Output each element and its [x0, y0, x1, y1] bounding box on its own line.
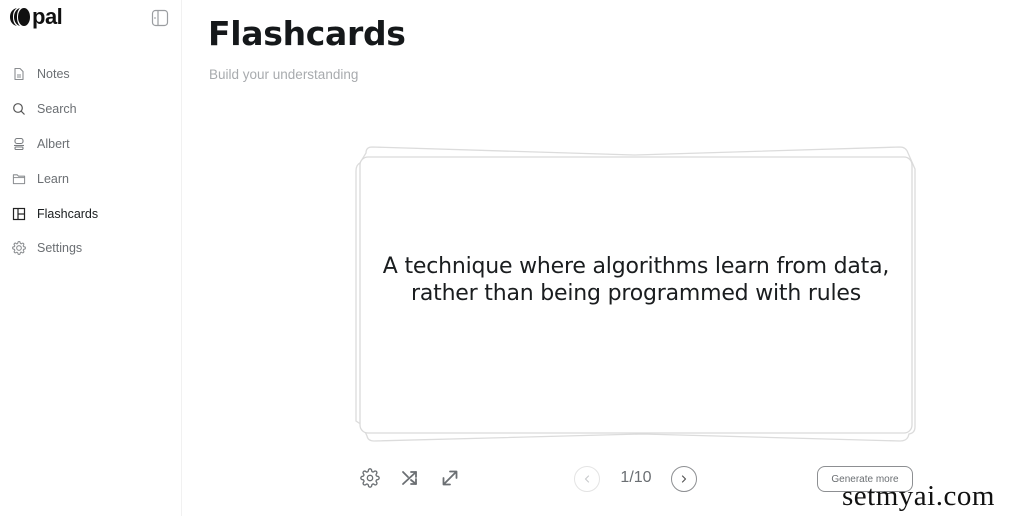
- card-settings-button[interactable]: [358, 466, 382, 490]
- sidebar-item-flashcards[interactable]: Flashcards: [0, 196, 182, 231]
- page-title: Flashcards: [208, 14, 406, 53]
- sidebar-item-label: Albert: [37, 136, 70, 151]
- gear-icon: [360, 468, 380, 488]
- sidebar-item-search[interactable]: Search: [0, 92, 182, 127]
- sidebar-item-label: Flashcards: [37, 206, 99, 221]
- chevron-left-icon: [584, 475, 590, 483]
- sidebar-item-label: Search: [37, 102, 77, 117]
- robot-icon: [12, 137, 26, 151]
- sidebar: pal Notes Search Albert Learn Flashcards…: [0, 0, 182, 516]
- sidebar-item-label: Learn: [37, 171, 69, 186]
- sidebar-item-label: Settings: [37, 241, 83, 256]
- chevron-right-icon: [681, 475, 687, 483]
- expand-button[interactable]: [438, 466, 462, 490]
- sidebar-item-albert[interactable]: Albert: [0, 127, 182, 162]
- sidebar-toggle-button[interactable]: [151, 9, 169, 27]
- previous-card-button[interactable]: [574, 466, 600, 492]
- shuffle-icon: [402, 471, 417, 485]
- page-subtitle: Build your understanding: [209, 67, 359, 82]
- logo-text: pal: [32, 4, 63, 29]
- sidebar-item-label: Notes: [37, 67, 70, 82]
- document-icon: [12, 67, 26, 81]
- sidebar-nav: Notes Search Albert Learn Flashcards Set…: [0, 57, 182, 266]
- gear-icon: [12, 241, 26, 256]
- search-icon: [12, 102, 26, 116]
- pagination-counter: 1/10: [620, 469, 652, 486]
- sidebar-toggle-icon: [151, 9, 169, 27]
- watermark-text: setmyai.com: [842, 480, 995, 512]
- flashcard-text[interactable]: A technique where algorithms learn from …: [360, 253, 912, 307]
- shuffle-button[interactable]: [398, 466, 422, 490]
- sidebar-item-notes[interactable]: Notes: [0, 57, 182, 92]
- layout-icon: [12, 207, 26, 221]
- opal-logo-icon: [9, 6, 31, 28]
- next-card-button[interactable]: [671, 466, 697, 492]
- sidebar-item-learn[interactable]: Learn: [0, 161, 182, 196]
- app-logo[interactable]: pal: [9, 4, 63, 29]
- sidebar-item-settings[interactable]: Settings: [0, 231, 182, 266]
- folder-icon: [12, 172, 26, 186]
- expand-icon: [442, 470, 458, 486]
